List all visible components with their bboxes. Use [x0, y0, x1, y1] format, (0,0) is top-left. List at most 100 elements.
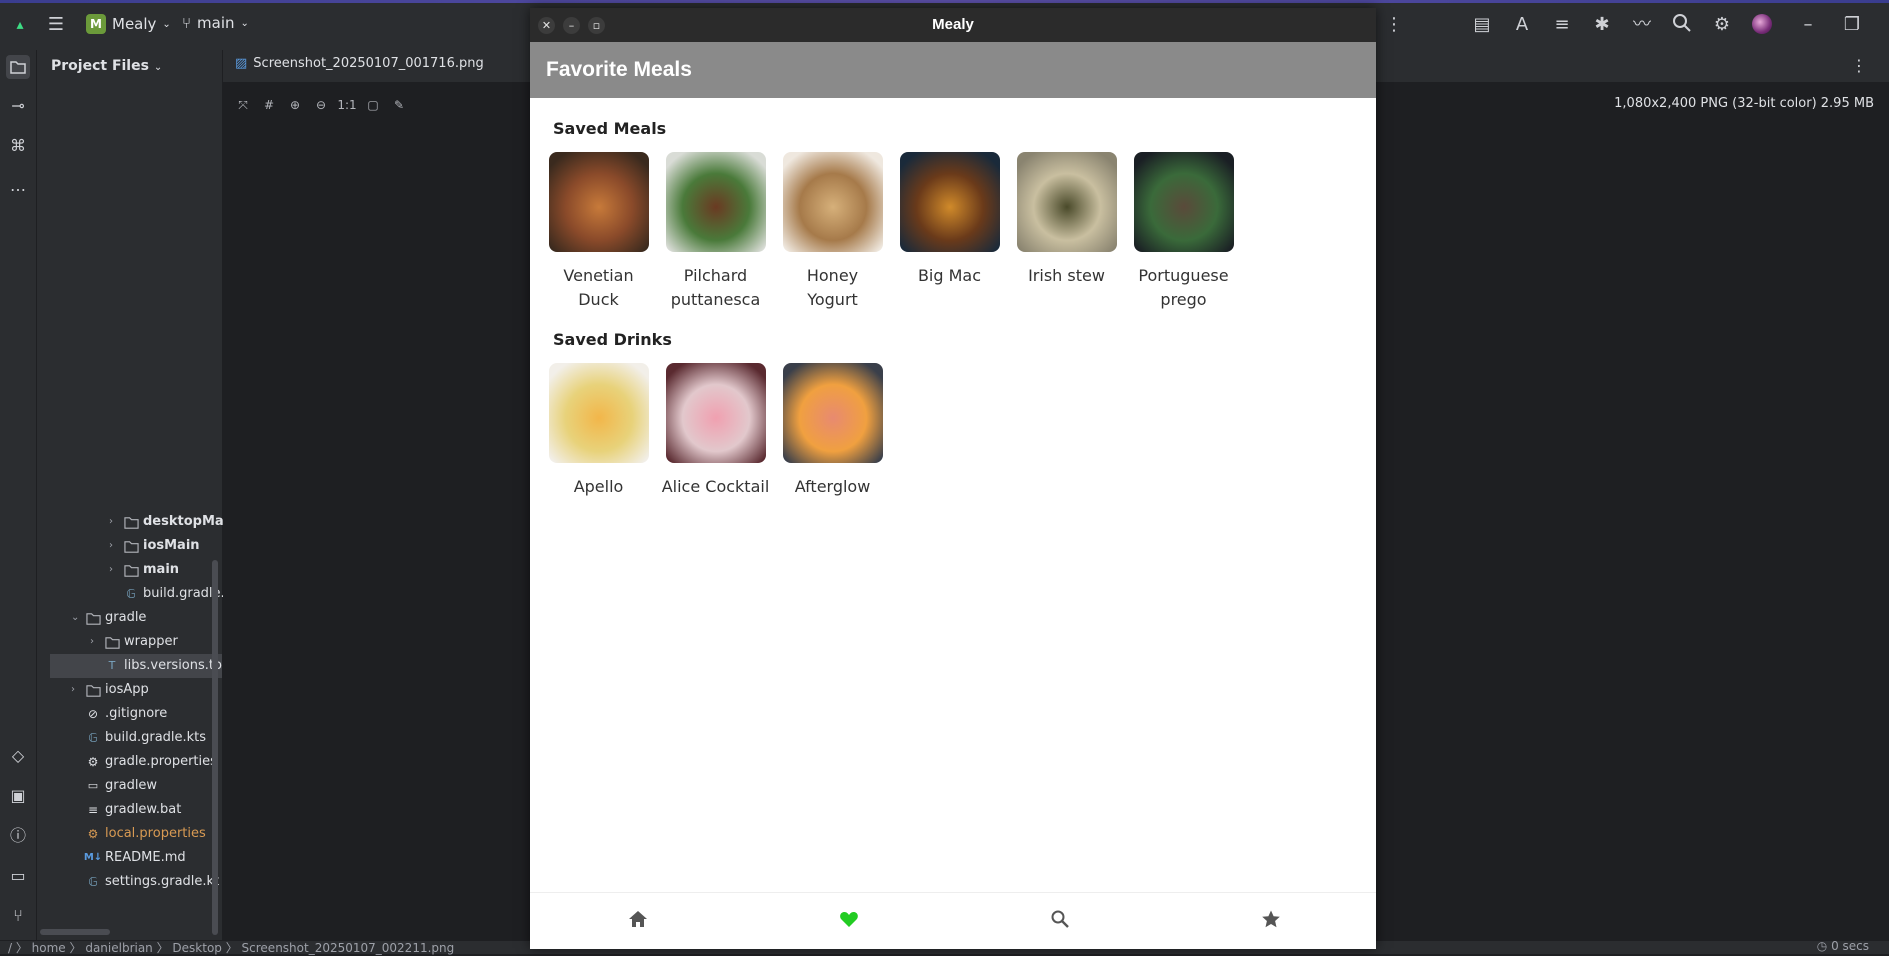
drink-name: Alice Cocktail — [661, 477, 770, 496]
saved-drinks-title: Saved Drinks — [553, 330, 672, 349]
panel-title[interactable]: Project Files ⌄ — [51, 58, 162, 74]
panel-horizontal-scrollbar[interactable] — [40, 929, 110, 935]
ignore-file-icon: ⊘ — [87, 707, 99, 721]
git-icon[interactable]: ⑂ — [6, 904, 30, 928]
terminal-icon[interactable]: ▭ — [6, 864, 30, 888]
background-icon[interactable]: ▢ — [363, 95, 383, 115]
editor-tab[interactable]: ▨ Screenshot_20250107_001716.png — [235, 56, 484, 71]
project-folder-icon[interactable] — [6, 55, 30, 79]
meal-card[interactable]: Pilchard puttanesca — [657, 152, 774, 312]
tree-item-gitignore[interactable]: ⊘ .gitignore — [71, 702, 167, 726]
meal-name: Irish stew — [1028, 266, 1105, 285]
meal-card[interactable]: Irish stew — [1008, 152, 1125, 288]
tree-item-label: gradlew.bat — [105, 802, 182, 817]
tree-item-desktopmain[interactable]: › desktopMai — [109, 510, 228, 534]
device-manager-icon[interactable]: ▤ — [1470, 13, 1494, 37]
meal-card[interactable]: Big Mac — [891, 152, 1008, 288]
heart-icon — [840, 912, 858, 927]
drink-card[interactable]: Apello — [540, 363, 657, 499]
drink-card[interactable]: Afterglow — [774, 363, 891, 499]
tree-item-gradlew[interactable]: ▭ gradlew — [71, 774, 157, 798]
drink-card[interactable]: Alice Cocktail — [657, 363, 774, 499]
tree-item-gradle[interactable]: ⌄ gradle — [71, 606, 146, 630]
tree-item-readme[interactable]: M↓ README.md — [71, 846, 186, 870]
meal-card[interactable]: Portuguese prego — [1125, 152, 1242, 312]
problems-icon[interactable]: ⓘ — [6, 824, 30, 848]
more-tools-icon[interactable]: … — [6, 174, 30, 198]
meal-thumbnail — [1133, 152, 1234, 252]
tree-item-label: gradlew — [105, 778, 158, 793]
tree-item-label: libs.versions.to — [124, 658, 222, 673]
script-file-icon: ▭ — [87, 779, 99, 792]
project-selector[interactable]: M Mealy ⌄ — [86, 14, 171, 34]
tree-item-label: settings.gradle.kt — [105, 874, 220, 889]
window-title: Mealy — [932, 16, 974, 33]
tree-item-main[interactable]: › main — [109, 558, 179, 582]
drink-thumbnail — [665, 363, 766, 463]
nav-home[interactable] — [628, 909, 652, 933]
tree-item-build-gradle-root[interactable]: 𝔾 build.gradle.kts — [71, 726, 206, 750]
color-picker-icon[interactable]: ✎ — [389, 95, 409, 115]
user-avatar[interactable] — [1752, 14, 1772, 34]
zoom-in-icon[interactable]: ⊕ — [285, 95, 305, 115]
editor-tab-label: Screenshot_20250107_001716.png — [253, 56, 484, 71]
meal-card[interactable]: Venetian Duck — [540, 152, 657, 312]
tree-item-label: README.md — [105, 850, 186, 865]
structure-icon[interactable]: ⌘ — [6, 134, 30, 158]
window-titlebar: ✕ – ▫ Mealy — [530, 8, 1376, 42]
tree-item-wrapper[interactable]: › wrapper — [90, 630, 178, 654]
search-icon — [1051, 910, 1069, 928]
grid-icon[interactable]: # — [259, 95, 279, 115]
nav-search[interactable] — [1050, 909, 1074, 933]
tree-item-libs-versions[interactable]: T libs.versions.to — [50, 654, 222, 678]
markdown-file-icon: M↓ — [83, 852, 103, 863]
more-vertical-icon[interactable]: ⋮ — [1382, 13, 1406, 37]
tree-item-iosmain[interactable]: › iosMain — [109, 534, 200, 558]
clock-icon: ◷ — [1816, 939, 1828, 953]
meal-name: Portuguese prego — [1138, 266, 1229, 309]
zoom-out-icon[interactable]: ⊖ — [311, 95, 331, 115]
search-icon[interactable] — [1670, 13, 1694, 37]
mealy-window: ✕ – ▫ Mealy Favorite Meals Saved Meals V… — [530, 8, 1376, 949]
commit-icon[interactable]: ⊸ — [6, 94, 30, 118]
tree-item-local-properties[interactable]: ⚙ local.properties — [71, 822, 206, 846]
branch-selector[interactable]: ⑂ main ⌄ — [182, 14, 249, 32]
tree-item-gradle-properties[interactable]: ⚙ gradle.properties — [71, 750, 217, 774]
tree-item-gradlew-bat[interactable]: ≡ gradlew.bat — [71, 798, 181, 822]
tree-item-settings-gradle[interactable]: 𝔾 settings.gradle.kt — [71, 870, 219, 894]
tree-item-iosapp[interactable]: › iosApp — [71, 678, 149, 702]
folder-icon — [123, 562, 139, 578]
android-device-icon[interactable]: ▣ — [6, 784, 30, 808]
app-header: Favorite Meals — [530, 42, 1376, 98]
meal-card[interactable]: Honey Yogurt — [774, 152, 891, 312]
text-file-icon: ≡ — [87, 803, 99, 817]
folder-icon — [123, 538, 139, 554]
left-tool-rail: ⊸ ⌘ … ◇ ▣ ⓘ ▭ ⑂ — [0, 50, 37, 940]
folder-icon — [85, 610, 101, 626]
panel-vertical-scrollbar[interactable] — [212, 560, 218, 935]
gradle-file-icon: 𝔾 — [88, 731, 98, 745]
window-minimize-icon[interactable]: – — [1796, 13, 1820, 37]
nav-favorites[interactable] — [839, 909, 863, 933]
toml-file-icon: T — [108, 659, 116, 672]
window-restore-icon[interactable]: ❐ — [1840, 13, 1864, 37]
more-vertical-icon[interactable]: ⋮ — [1851, 56, 1867, 75]
gradle-file-icon: 𝔾 — [126, 587, 136, 601]
gem-icon[interactable]: ◇ — [6, 744, 30, 768]
folder-icon — [104, 634, 120, 650]
tree-item-label: gradle — [105, 610, 147, 625]
folder-icon — [123, 514, 139, 530]
profiler-icon[interactable]: 〰 — [1630, 13, 1654, 37]
settings-gear-icon[interactable]: ⚙ — [1710, 13, 1734, 37]
layout-inspector-icon[interactable]: ≡ — [1550, 13, 1574, 37]
chevron-right-icon: › — [71, 684, 75, 695]
debug-icon[interactable]: ✱ — [1590, 13, 1614, 37]
image-file-icon: ▨ — [235, 56, 248, 71]
fit-icon[interactable]: ⤧ — [233, 95, 253, 115]
nav-starred[interactable] — [1261, 909, 1285, 933]
main-menu-icon[interactable]: ☰ — [44, 13, 68, 37]
translate-icon[interactable]: A — [1510, 13, 1534, 37]
actual-size-button[interactable]: 1:1 — [337, 95, 357, 115]
status-breadcrumb[interactable]: / 〉 home 〉 danielbrian 〉 Desktop 〉 Scree… — [8, 939, 454, 956]
meal-name: Venetian Duck — [563, 266, 634, 309]
